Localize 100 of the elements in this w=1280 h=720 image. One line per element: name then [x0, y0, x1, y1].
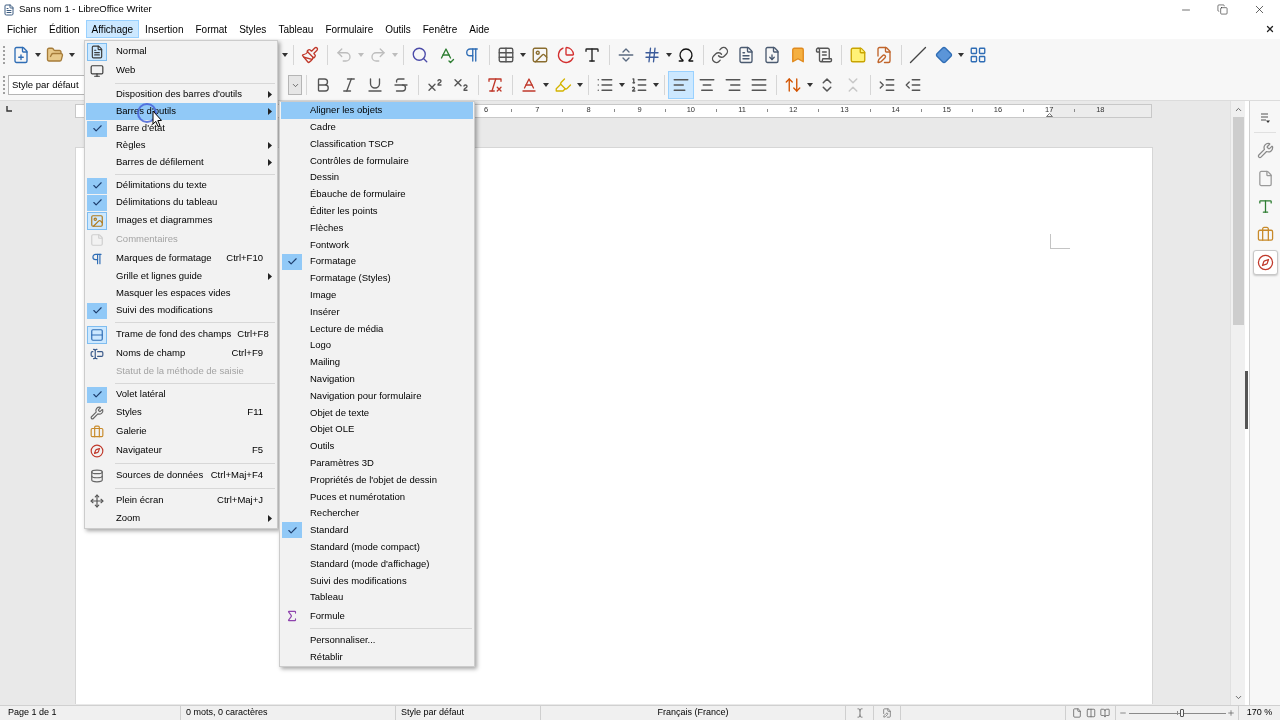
diamond-icon[interactable]	[935, 45, 953, 64]
hash-icon[interactable]	[643, 45, 661, 64]
menu-item[interactable]: Formatage (Styles)	[281, 269, 473, 287]
grid-icon[interactable]	[969, 45, 987, 64]
menu-item[interactable]: Standard	[281, 521, 473, 539]
menu-item[interactable]: Tableau	[281, 589, 473, 606]
menu-item[interactable]: Styles F11	[86, 403, 276, 422]
letter-t-cross-icon[interactable]	[486, 76, 504, 94]
letter-t-icon[interactable]	[1256, 197, 1274, 215]
table-icon[interactable]	[497, 45, 515, 64]
subscript-icon[interactable]	[452, 76, 470, 94]
menu-item[interactable]: Propriétés de l'objet de dessin	[281, 471, 473, 489]
menu-item[interactable]: Barres de défilement	[86, 154, 276, 171]
numbered-list-icon[interactable]	[630, 76, 648, 94]
menu-item[interactable]: Normal	[86, 42, 276, 61]
document-pen-icon[interactable]	[882, 708, 892, 718]
menu-item[interactable]: Formatage	[281, 253, 473, 270]
align-right-icon[interactable]	[724, 76, 742, 94]
book-icon[interactable]	[1099, 708, 1110, 718]
menu-item[interactable]: Personnaliser...	[281, 631, 473, 649]
menu-item[interactable]: Paramètres 3D	[281, 454, 473, 472]
text-cursor-icon[interactable]	[854, 708, 865, 718]
menu-item[interactable]: Fontwork	[281, 236, 473, 254]
caret-icon[interactable]	[958, 52, 964, 57]
menu-item[interactable]: Formule	[281, 605, 473, 626]
menu-item[interactable]: Grille et lignes guide	[86, 268, 276, 285]
menu-item[interactable]: Lecture de média	[281, 320, 473, 338]
strikethrough-icon[interactable]	[392, 76, 410, 94]
document-plus-icon[interactable]	[12, 45, 30, 64]
menu-item[interactable]: Dessin	[281, 169, 473, 186]
menu-item[interactable]: Navigation pour formulaire	[281, 387, 473, 405]
menu-bar-item[interactable]: Outils	[379, 20, 417, 38]
close-icon[interactable]	[1253, 3, 1266, 16]
menu-item[interactable]: Disposition des barres d'outils	[86, 86, 276, 103]
menu-item[interactable]: Sources de données Ctrl+Maj+F4	[86, 466, 276, 485]
menu-item[interactable]: Navigation	[281, 370, 473, 388]
menu-item[interactable]: Noms de champ Ctrl+F9	[86, 344, 276, 363]
menu-item[interactable]: Ébauche de formulaire	[281, 186, 473, 203]
menu-bar-item[interactable]: Aide	[463, 20, 496, 38]
omega-icon[interactable]	[677, 45, 695, 64]
menu-item[interactable]: Zoom	[86, 510, 276, 527]
menu-item[interactable]: Contrôles de formulaire	[281, 152, 473, 170]
bullet-list-icon[interactable]	[596, 76, 614, 94]
search-icon[interactable]	[411, 45, 429, 64]
menu-item[interactable]: Suivi des modifications	[86, 302, 276, 319]
menu-item[interactable]: Standard (mode compact)	[281, 538, 473, 556]
menu-item[interactable]: Image	[281, 286, 473, 304]
menu-item[interactable]: Puces et numérotation	[281, 488, 473, 506]
menu-item[interactable]: Mailing	[281, 353, 473, 371]
align-left-icon[interactable]	[672, 76, 690, 94]
menu-item[interactable]: Objet de texte	[281, 404, 473, 422]
caret-icon[interactable]	[282, 52, 288, 57]
menu-item[interactable]: Web	[86, 61, 276, 80]
menu-item[interactable]: Plein écran Ctrl+Maj+J	[86, 491, 276, 510]
menu-item[interactable]: Éditer les points	[281, 202, 473, 220]
indent-increase-icon[interactable]	[878, 76, 896, 94]
menu-bar-item[interactable]: Affichage	[85, 20, 140, 38]
menu-item[interactable]: Trame de fond des champs Ctrl+F8	[86, 325, 276, 344]
superscript-icon[interactable]	[426, 76, 444, 94]
menu-item[interactable]: Marques de formatage Ctrl+F10	[86, 249, 276, 268]
menu-bar-item[interactable]: Format	[189, 20, 234, 38]
menu-bar-item[interactable]: Édition	[43, 20, 86, 38]
zoom-slider-thumb[interactable]	[1180, 709, 1185, 717]
menu-item[interactable]: Aligner les objets	[281, 102, 473, 119]
style-combobox[interactable]: Style par défaut	[8, 75, 84, 95]
letter-a-icon[interactable]	[520, 76, 538, 94]
menu-item[interactable]: Suivi des modifications	[281, 572, 473, 590]
caret-icon[interactable]	[653, 83, 659, 87]
menu-item[interactable]: Classification TSCP	[281, 135, 473, 153]
scroll-icon[interactable]	[815, 45, 833, 64]
menu-item[interactable]: Outils	[281, 437, 473, 455]
menu-item[interactable]: Volet latéral	[86, 386, 276, 403]
sidebar-menu-icon[interactable]	[1260, 113, 1270, 123]
tab-stop-icon[interactable]	[6, 106, 12, 112]
close-document-icon[interactable]	[1265, 24, 1275, 34]
document-arrow-icon[interactable]	[763, 45, 781, 64]
caret-icon[interactable]	[666, 52, 672, 57]
document-icon[interactable]	[737, 45, 755, 64]
menu-item[interactable]: Masquer les espaces vides	[86, 285, 276, 302]
pie-chart-icon[interactable]	[557, 45, 575, 64]
caret-icon[interactable]	[520, 52, 526, 57]
splitter-handle[interactable]	[1245, 371, 1248, 429]
triangle-marker-icon[interactable]	[1046, 113, 1053, 117]
menu-bar-item[interactable]: Formulaire	[319, 20, 380, 38]
align-center-icon[interactable]	[698, 76, 716, 94]
document-pen-icon[interactable]	[875, 45, 893, 64]
menu-item[interactable]: Règles	[86, 137, 276, 154]
menu-item[interactable]: Rechercher	[281, 505, 473, 522]
caret-icon[interactable]	[35, 52, 41, 57]
scrollbar-thumb[interactable]	[1232, 117, 1244, 325]
wrench-icon[interactable]	[1256, 141, 1274, 159]
two-pages-icon[interactable]	[1085, 708, 1096, 718]
underline-icon[interactable]	[366, 76, 384, 94]
pilcrow-icon[interactable]	[463, 45, 481, 64]
align-left-button[interactable]	[668, 71, 694, 99]
paintbrush-icon[interactable]	[301, 45, 319, 64]
menu-item[interactable]: Délimitations du tableau	[86, 194, 276, 211]
link-icon[interactable]	[711, 45, 729, 64]
up-down-arrows-icon[interactable]	[784, 76, 802, 94]
menu-item[interactable]: Standard (mode d'affichage)	[281, 555, 473, 573]
